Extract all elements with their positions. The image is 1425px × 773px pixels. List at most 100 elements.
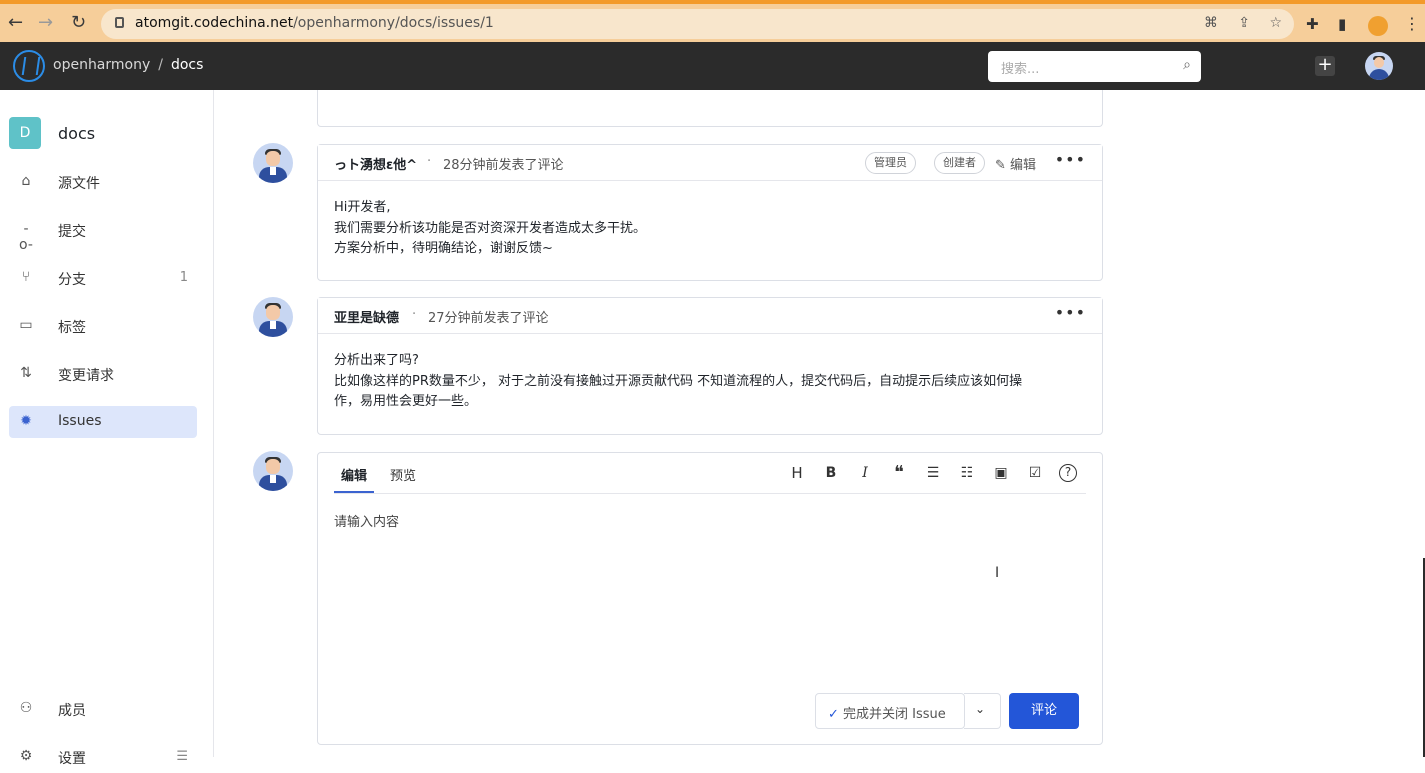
lock-icon — [115, 17, 124, 28]
sidebar-item-label: 提交 — [58, 224, 86, 240]
site-header: openharmony / docs 搜索... ⌕ + — [0, 42, 1425, 90]
url-domain: atomgit.codechina.net — [135, 15, 294, 31]
sidebar-item-tags[interactable]: ▭ 标签 — [9, 310, 197, 342]
breadcrumb-repo[interactable]: docs — [171, 57, 203, 73]
sidebar-item-branches[interactable]: ⑂ 分支 1 — [9, 262, 197, 294]
settings-icon: ⚙ — [19, 748, 33, 764]
translate-icon[interactable]: ⌘ — [1204, 15, 1218, 31]
address-bar[interactable]: atomgit.codechina.net/openharmony/docs/i… — [101, 9, 1294, 39]
comment-header: 亚里是缺德 · 27分钟前发表了评论 ••• — [318, 298, 1102, 334]
comment-card: っト湧想ε他^ · 28分钟前发表了评论 管理员 创建者 ✎ 编辑 ••• Hi… — [317, 144, 1103, 281]
search-input[interactable]: 搜索... ⌕ — [988, 51, 1201, 82]
comment-editor: 编辑 预览 H B I ❝ ☰ ☷ ▣ ☑ ? 请输入内容 I ✓ 完成并关闭 … — [317, 452, 1103, 745]
admin-badge: 管理员 — [865, 152, 916, 174]
tag-icon: ▭ — [19, 317, 33, 333]
previous-comment-card — [317, 90, 1103, 127]
browser-menu-icon[interactable]: ⋮ — [1404, 14, 1420, 33]
browser-profile-icon[interactable] — [1368, 16, 1388, 36]
code-folder-icon: ⌂ — [21, 173, 31, 189]
current-user-avatar[interactable] — [253, 451, 293, 491]
creator-badge: 创建者 — [934, 152, 985, 174]
branch-count: 1 — [179, 270, 188, 285]
back-icon[interactable]: ← — [8, 12, 23, 33]
user-icon: ⚇ — [19, 700, 33, 716]
url-path: /openharmony/docs/issues/1 — [293, 15, 494, 31]
breadcrumb-org[interactable]: openharmony — [53, 57, 150, 73]
issue-comments-area: っト湧想ε他^ · 28分钟前发表了评论 管理员 创建者 ✎ 编辑 ••• Hi… — [214, 90, 1425, 757]
branch-icon: ⑂ — [21, 269, 31, 285]
sidebar-item-commits[interactable]: -o- 提交 — [9, 214, 197, 253]
comment-time: 28分钟前发表了评论 — [443, 158, 564, 173]
meta-separator: · — [412, 307, 417, 322]
check-circle-icon: ✓ — [828, 707, 839, 722]
sidebar-item-members[interactable]: ⚇ 成员 — [9, 693, 197, 725]
breadcrumb: openharmony / docs — [53, 57, 203, 73]
repo-initial-badge: D — [9, 117, 41, 149]
ordered-list-icon[interactable]: ☷ — [957, 463, 977, 483]
sidebar-item-source[interactable]: ⌂ 源文件 — [9, 166, 197, 198]
pencil-icon: ✎ — [995, 158, 1006, 173]
image-icon[interactable]: ▣ — [991, 463, 1011, 483]
search-placeholder: 搜索... — [1001, 62, 1040, 77]
breadcrumb-separator: / — [158, 57, 163, 73]
active-tab-indicator — [334, 491, 374, 493]
sidebar-item-label: 成员 — [58, 703, 86, 719]
comment-time: 27分钟前发表了评论 — [428, 311, 549, 326]
comment-author[interactable]: 亚里是缺德 — [334, 307, 399, 326]
sidebar-item-label: 源文件 — [58, 176, 100, 192]
close-issue-button[interactable]: ✓ 完成并关闭 Issue — [815, 693, 965, 729]
search-icon[interactable]: ⌕ — [1183, 57, 1191, 73]
italic-icon[interactable]: I — [855, 463, 875, 483]
sidebar-item-merge-requests[interactable]: ⇅ 变更请求 — [9, 358, 197, 390]
edit-label: 编辑 — [1010, 158, 1037, 173]
repo-name: docs — [58, 124, 96, 143]
quote-icon[interactable]: ❝ — [889, 463, 909, 483]
submit-comment-button[interactable]: 评论 — [1009, 693, 1079, 729]
atomgit-logo-icon[interactable] — [13, 50, 45, 82]
bullet-list-icon[interactable]: ☰ — [923, 463, 943, 483]
text-cursor-icon: I — [995, 565, 1000, 581]
sidebar-item-issues[interactable]: ✹ Issues — [9, 406, 197, 438]
comment-body: Hi开发者, 我们需要分析该功能是否对资深开发者造成太多干扰。 方案分析中，待明… — [318, 181, 1102, 260]
repo-sidebar: D docs ⌂ 源文件 -o- 提交 ⑂ 分支 1 ▭ 标签 ⇅ 变更请求 ✹… — [0, 90, 214, 767]
bookmark-star-icon[interactable]: ☆ — [1269, 15, 1282, 31]
extensions-icon[interactable]: ✚ — [1306, 15, 1319, 33]
commenter-avatar[interactable] — [253, 143, 293, 183]
sidebar-item-label: 标签 — [58, 320, 86, 336]
chevron-down-icon: ⌄ — [975, 702, 986, 716]
more-actions-icon[interactable]: ••• — [1055, 303, 1086, 322]
sidebar-item-label: 变更请求 — [58, 368, 114, 384]
comment-textarea-placeholder[interactable]: 请输入内容 — [334, 511, 399, 530]
meta-separator: · — [427, 154, 432, 169]
task-list-icon[interactable]: ☑ — [1025, 463, 1045, 483]
reload-icon[interactable]: ↻ — [71, 12, 86, 33]
comment-line: 比如像这样的PR数量不少， 对于之前没有接触过开源贡献代码 不知道流程的人，提交… — [334, 373, 1023, 389]
comment-line: 分析出来了吗? — [334, 353, 419, 368]
more-actions-icon[interactable]: ••• — [1055, 150, 1086, 169]
sidepanel-icon[interactable]: ▮ — [1338, 15, 1346, 33]
close-options-dropdown[interactable]: ⌄ — [964, 693, 1001, 729]
commit-icon: -o- — [19, 221, 33, 253]
comment-author[interactable]: っト湧想ε他^ — [334, 154, 417, 173]
bold-icon[interactable]: B — [821, 463, 841, 483]
merge-request-icon: ⇅ — [20, 365, 32, 381]
help-icon[interactable]: ? — [1059, 464, 1077, 482]
create-plus-button[interactable]: + — [1315, 56, 1335, 76]
comment-line: 作，易用性会更好一些。 — [334, 394, 478, 409]
comment-line: 我们需要分析该功能是否对资深开发者造成太多干扰。 — [334, 220, 647, 236]
comment-header: っト湧想ε他^ · 28分钟前发表了评论 管理员 创建者 ✎ 编辑 ••• — [318, 145, 1102, 181]
share-icon[interactable]: ⇪ — [1238, 15, 1250, 31]
heading-icon[interactable]: H — [787, 463, 807, 483]
sidebar-item-label: 设置 — [58, 751, 86, 767]
user-avatar[interactable] — [1365, 52, 1393, 80]
tab-preview[interactable]: 预览 — [390, 465, 416, 484]
editor-tabs: 编辑 预览 H B I ❝ ☰ ☷ ▣ ☑ ? — [334, 453, 1086, 494]
commenter-avatar[interactable] — [253, 297, 293, 337]
sidebar-item-settings[interactable]: ⚙ 设置 ☰ — [9, 741, 197, 773]
sidebar-item-label: 分支 — [58, 272, 86, 288]
tab-edit[interactable]: 编辑 — [341, 465, 367, 484]
browser-toolbar: ← → ↻ atomgit.codechina.net/openharmony/… — [0, 0, 1425, 42]
sidebar-item-label: Issues — [58, 413, 102, 429]
edit-comment-button[interactable]: ✎ 编辑 — [995, 154, 1036, 173]
forward-icon[interactable]: → — [38, 12, 53, 33]
